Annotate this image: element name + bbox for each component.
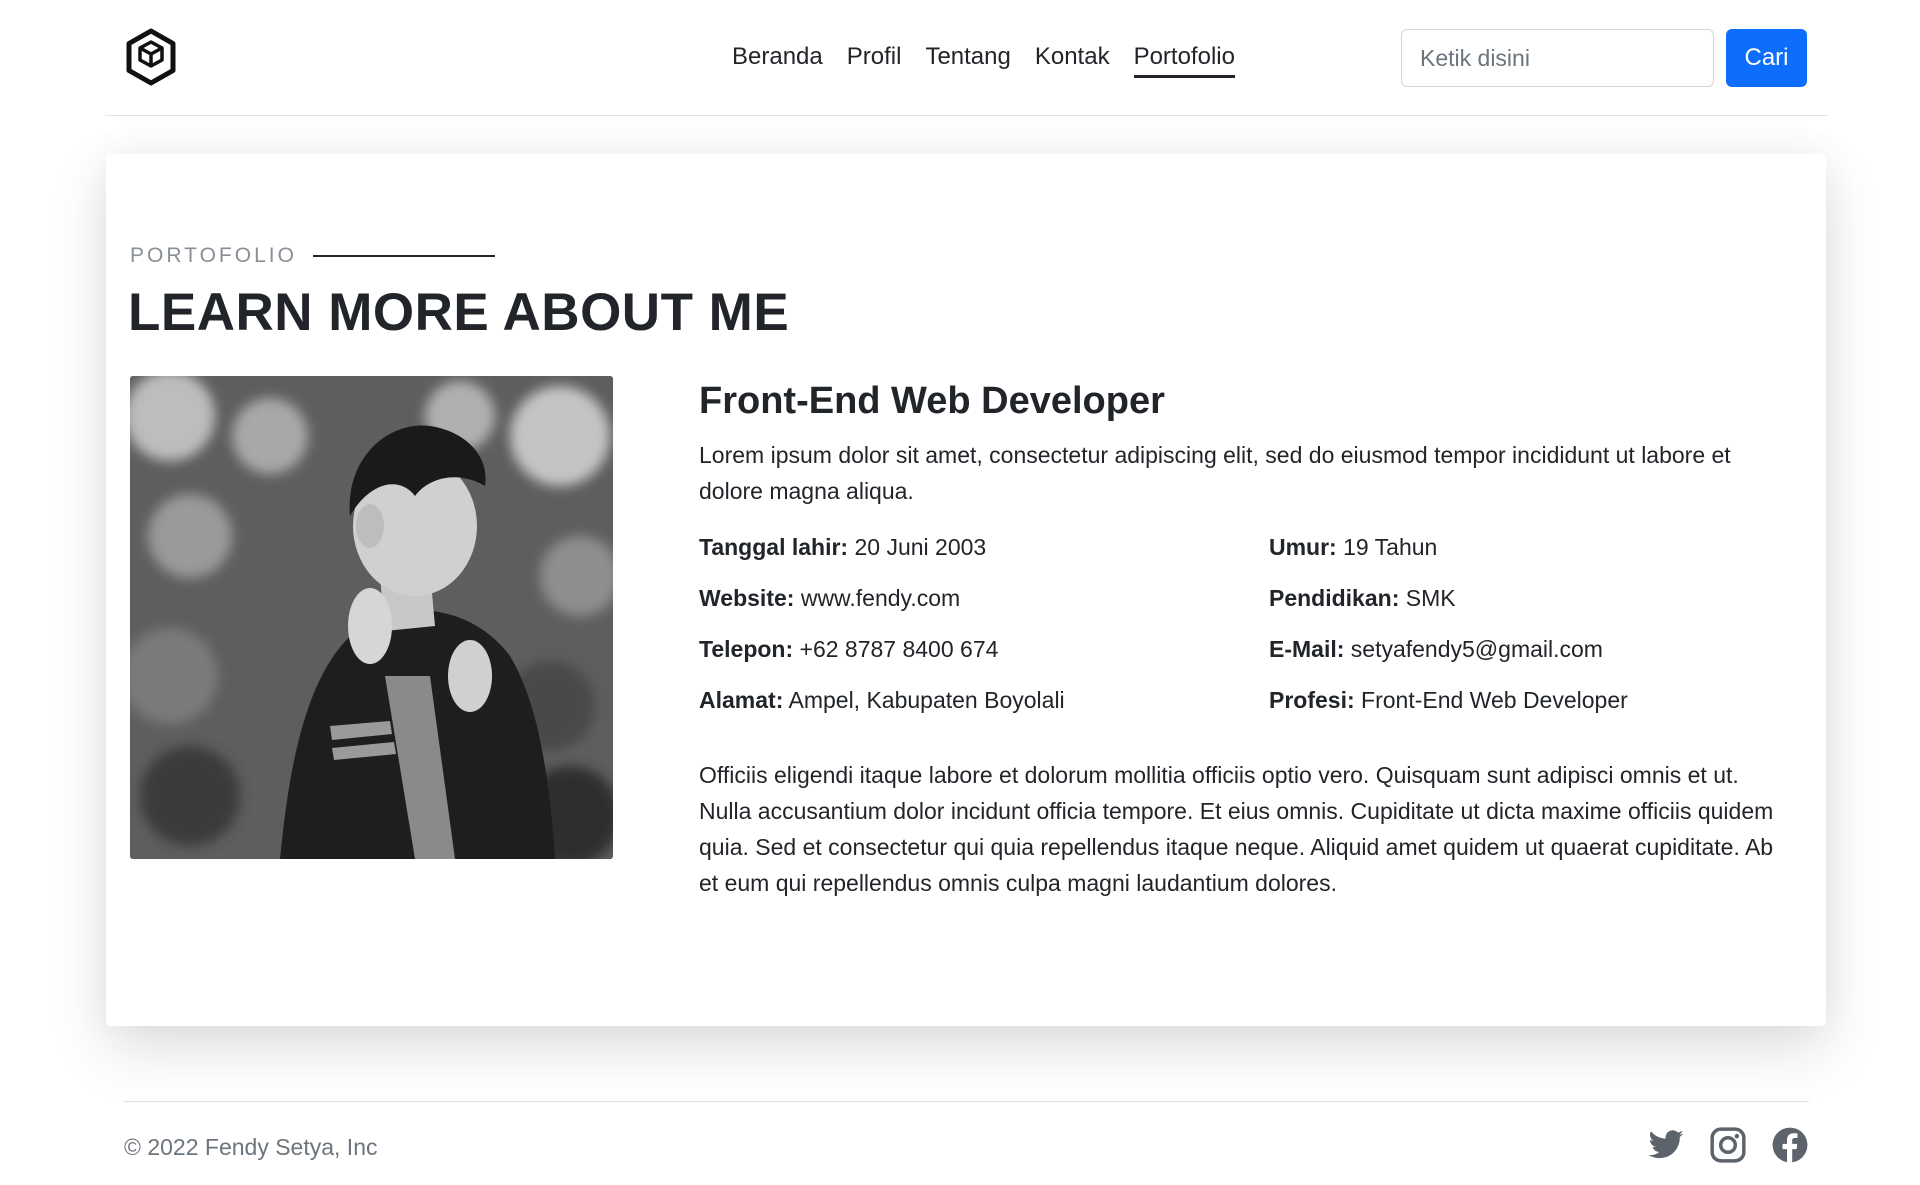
navbar: Beranda Profil Tentang Kontak Portofolio…	[105, 0, 1827, 116]
fact-label: Website:	[699, 585, 795, 611]
fact-label: Profesi:	[1269, 687, 1355, 713]
fact-value: 19 Tahun	[1336, 534, 1438, 560]
fact-website: Website: www.fendy.com	[699, 582, 1269, 615]
hexagon-cube-logo-icon[interactable]	[125, 28, 177, 86]
section-eyebrow: PORTOFOLIO	[130, 244, 495, 268]
facebook-icon[interactable]	[1771, 1126, 1809, 1164]
fact-label: E-Mail:	[1269, 636, 1345, 662]
nav-link-tentang[interactable]: Tentang	[913, 40, 1022, 80]
nav-link-profil[interactable]: Profil	[835, 40, 914, 80]
search-form: Cari	[1401, 29, 1807, 87]
fact-profesi: Profesi: Front-End Web Developer	[1269, 684, 1799, 717]
copyright-text: © 2022 Fendy Setya, Inc	[124, 1134, 378, 1160]
nav-link-portofolio[interactable]: Portofolio	[1122, 40, 1247, 80]
nav-links: Beranda Profil Tentang Kontak Portofolio	[720, 40, 1247, 80]
fact-pendidikan: Pendidikan: SMK	[1269, 582, 1799, 615]
fact-value: SMK	[1399, 585, 1456, 611]
fact-alamat: Alamat: Ampel, Kabupaten Boyolali	[699, 684, 1269, 717]
search-button[interactable]: Cari	[1726, 29, 1807, 87]
role-title: Front-End Web Developer	[699, 380, 1165, 422]
fact-value: +62 8787 8400 674	[793, 636, 999, 662]
fact-label: Pendidikan:	[1269, 585, 1400, 611]
footer: © 2022 Fendy Setya, Inc	[123, 1101, 1809, 1171]
fact-value: Ampel, Kabupaten Boyolali	[783, 687, 1065, 713]
twitter-icon[interactable]	[1647, 1126, 1685, 1164]
fact-tanggal-lahir: Tanggal lahir: 20 Juni 2003	[699, 531, 1269, 564]
section-title: LEARN MORE ABOUT ME	[128, 283, 790, 342]
eyebrow-divider	[312, 255, 495, 257]
fact-email: E-Mail: setyafendy5@gmail.com	[1269, 633, 1799, 666]
nav-link-beranda[interactable]: Beranda	[720, 40, 835, 80]
fact-value: www.fendy.com	[794, 585, 961, 611]
facts-grid: Tanggal lahir: 20 Juni 2003 Umur: 19 Tah…	[699, 531, 1799, 717]
fact-telepon: Telepon: +62 8787 8400 674	[699, 633, 1269, 666]
eyebrow-label: PORTOFOLIO	[130, 244, 297, 267]
social-links	[1647, 1126, 1809, 1164]
about-card: PORTOFOLIO LEARN MORE ABOUT ME Front-End…	[106, 154, 1826, 1026]
fact-value: 20 Juni 2003	[848, 534, 987, 560]
fact-label: Tanggal lahir:	[699, 534, 849, 560]
fact-label: Telepon:	[699, 636, 794, 662]
about-content: Front-End Web Developer Lorem ipsum dolo…	[699, 376, 1799, 901]
nav-link-kontak[interactable]: Kontak	[1023, 40, 1122, 80]
intro-text: Lorem ipsum dolor sit amet, consectetur …	[699, 442, 1731, 504]
fact-umur: Umur: 19 Tahun	[1269, 531, 1799, 564]
fact-label: Alamat:	[699, 687, 784, 713]
search-input[interactable]	[1401, 29, 1714, 87]
profile-photo	[130, 376, 613, 859]
fact-value: Front-End Web Developer	[1354, 687, 1628, 713]
fact-value: setyafendy5@gmail.com	[1344, 636, 1603, 662]
instagram-icon[interactable]	[1709, 1126, 1747, 1164]
outro-text: Officiis eligendi itaque labore et dolor…	[699, 762, 1774, 896]
fact-label: Umur:	[1269, 534, 1337, 560]
